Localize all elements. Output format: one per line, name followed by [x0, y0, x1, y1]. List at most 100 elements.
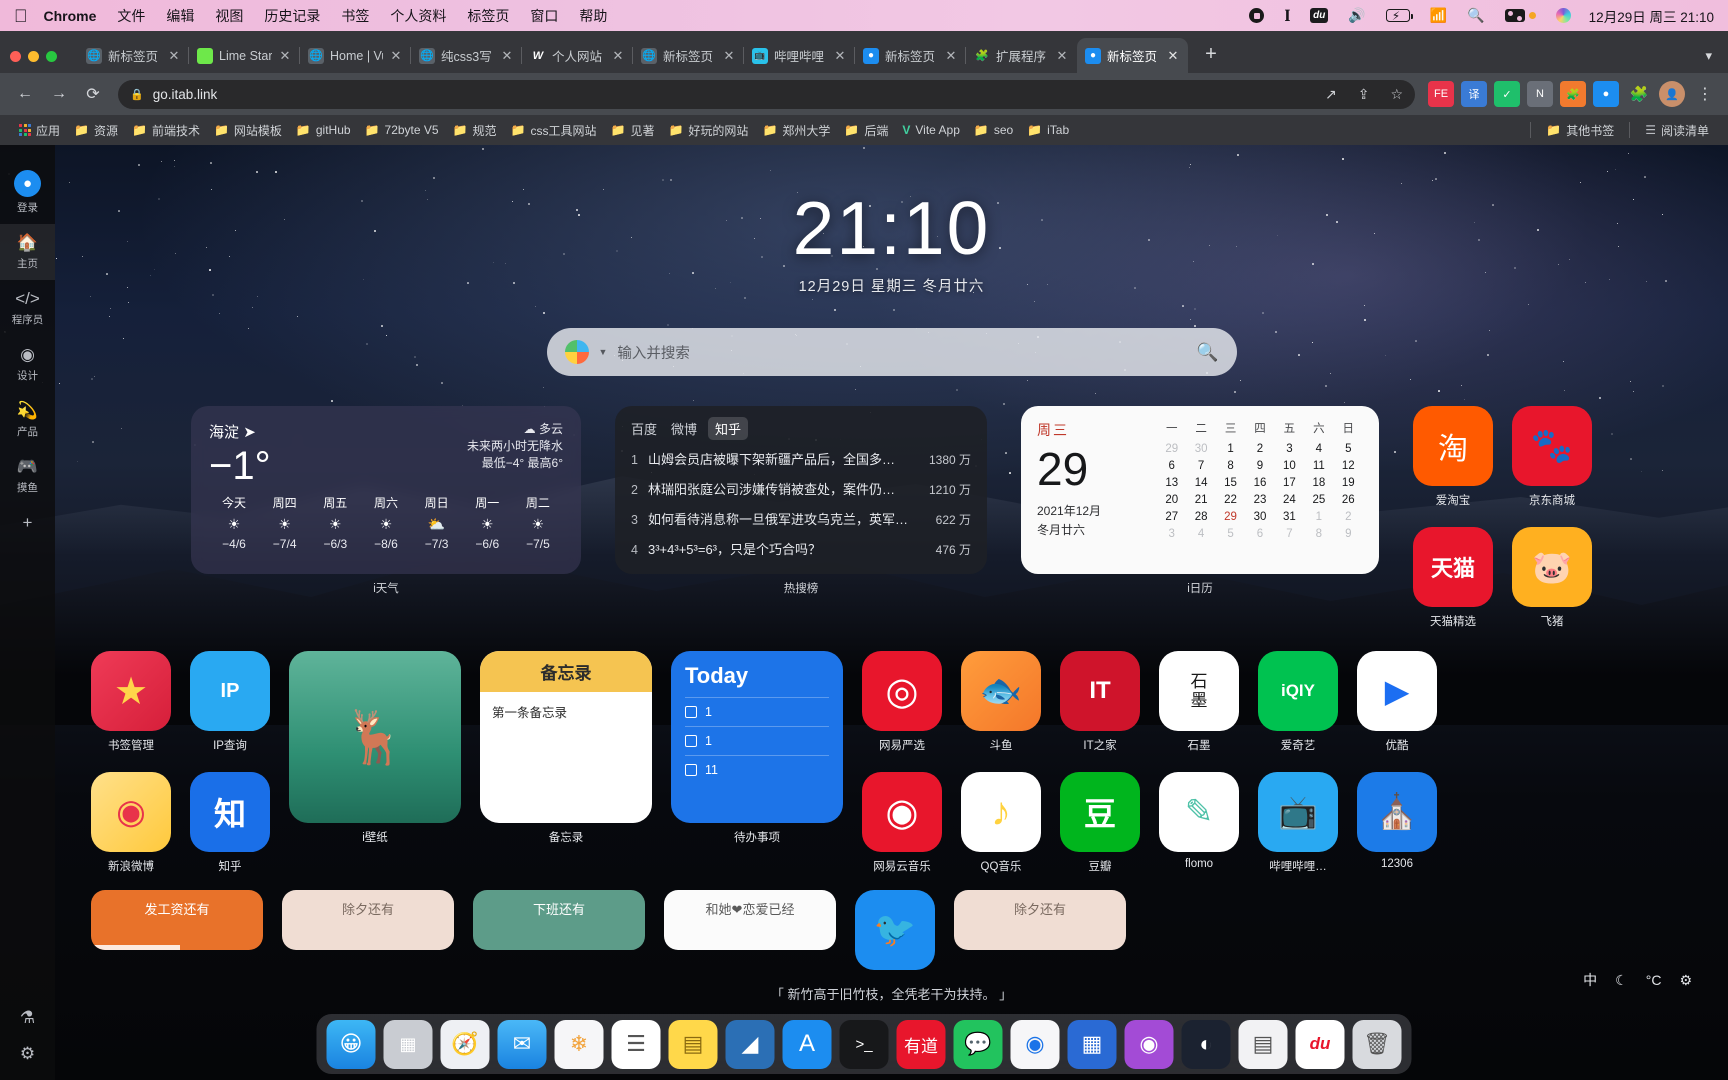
calendar-cell[interactable]: 12: [1334, 460, 1363, 472]
search-engine-icon[interactable]: [565, 340, 589, 364]
calendar-cell[interactable]: 9: [1334, 528, 1363, 540]
hotlist-widget[interactable]: 百度 微博 知乎 1 山姆会员店被曝下架新疆产品后，全国多… 1380 万 2: [615, 406, 987, 574]
calendar-cell[interactable]: 5: [1216, 528, 1245, 540]
menu-item-help[interactable]: 帮助: [579, 6, 607, 26]
bookmark-item[interactable]: 📁 gitHub: [289, 120, 358, 140]
bookmark-item[interactable]: V Vite App: [895, 120, 967, 140]
app-qq-blue[interactable]: 🐦: [855, 890, 935, 970]
calendar-widget[interactable]: 周三 29 2021年12月 冬月廿六 一 二 三 四 五 六 日 29 30 …: [1021, 406, 1379, 574]
back-button[interactable]: ←: [10, 79, 40, 109]
launchpad-icon[interactable]: ▦: [384, 1020, 433, 1069]
photos-icon[interactable]: ❄: [555, 1020, 604, 1069]
new-tab-button[interactable]: +: [1198, 43, 1224, 66]
vscode-icon[interactable]: ◢: [726, 1020, 775, 1069]
lab-icon[interactable]: ⚗: [20, 1008, 35, 1028]
calendar-cell[interactable]: 3: [1275, 443, 1304, 455]
close-tab-button[interactable]: ✕: [278, 48, 292, 64]
sidebar-item-product[interactable]: 💫 产品: [0, 392, 55, 448]
app-iqiyi[interactable]: iQIY 爱奇艺: [1258, 651, 1338, 753]
finder-icon[interactable]: 😀: [327, 1020, 376, 1069]
weather-widget[interactable]: 海淀 ➤ −1° ☁ 多云 未来两小时无降水 最低−4° 最高6° 今天 ☀ −…: [191, 406, 581, 574]
close-tab-button[interactable]: ✕: [944, 48, 958, 64]
calendar-cell[interactable]: 31: [1275, 511, 1304, 523]
siri-icon[interactable]: [1556, 8, 1571, 23]
menu-item-view[interactable]: 视图: [215, 6, 243, 26]
address-bar[interactable]: 🔒 go.itab.link ↗ ⇪ ☆: [118, 80, 1415, 109]
chevron-down-icon[interactable]: ▼: [599, 347, 608, 357]
translate-extension-icon[interactable]: 译: [1461, 81, 1487, 107]
gear-icon[interactable]: ⚙: [20, 1044, 35, 1064]
calendar-cell[interactable]: 6: [1245, 528, 1274, 540]
calendar-cell[interactable]: 1: [1304, 511, 1333, 523]
todo-item[interactable]: 1: [685, 726, 829, 755]
calendar-cell[interactable]: 25: [1304, 494, 1333, 506]
app-douyu[interactable]: 🐟 斗鱼: [961, 651, 1041, 753]
app-shimo[interactable]: 石墨 石墨: [1159, 651, 1239, 753]
calendar-cell[interactable]: 10: [1275, 460, 1304, 472]
calendar-cell[interactable]: 7: [1186, 460, 1215, 472]
hotlist-row[interactable]: 4 3³+4³+5³=6³，只是个巧合吗？ 476 万: [631, 539, 971, 558]
record-icon[interactable]: [1249, 8, 1264, 23]
app-netease-music[interactable]: ◉ 网易云音乐: [862, 772, 942, 874]
chrome-icon[interactable]: ◉: [1011, 1020, 1060, 1069]
profile-avatar-icon[interactable]: 👤: [1659, 81, 1685, 107]
calendar-cell[interactable]: 2: [1245, 443, 1274, 455]
widget-todo[interactable]: Today 1 1 11 待办事项: [671, 651, 843, 845]
browser-tab[interactable]: 🌐 Home | Vu ✕: [300, 38, 411, 73]
wechat-icon[interactable]: 💬: [954, 1020, 1003, 1069]
app-bookmarks[interactable]: ★ 书签管理: [91, 651, 171, 753]
calendar-cell[interactable]: 24: [1275, 494, 1304, 506]
trash-icon[interactable]: 🗑: [1353, 1020, 1402, 1069]
app-ip-lookup[interactable]: IP IP查询: [190, 651, 270, 753]
bookmark-other[interactable]: 📁 其他书签: [1539, 119, 1621, 142]
hotlist-row[interactable]: 3 如何看待消息称一旦俄军进攻乌克兰，英军… 622 万: [631, 509, 971, 528]
calendar-cell[interactable]: 19: [1334, 477, 1363, 489]
app-qq-music[interactable]: ♪ QQ音乐: [961, 772, 1041, 874]
hotlist-tab-zhihu[interactable]: 知乎: [708, 417, 748, 440]
app-yanxuan[interactable]: ◎ 网易严选: [862, 651, 942, 753]
calendar-cell[interactable]: 9: [1245, 460, 1274, 472]
todo-item[interactable]: 1: [685, 697, 829, 726]
sidebar-item-game[interactable]: 🎮 摸鱼: [0, 448, 55, 504]
bookmark-item[interactable]: 📁 前端技术: [125, 119, 207, 142]
todo-item[interactable]: 11: [685, 755, 829, 784]
search-icon[interactable]: 🔍: [1467, 7, 1484, 24]
checkmark-extension-icon[interactable]: ✓: [1494, 81, 1520, 107]
calendar-cell[interactable]: 2: [1334, 511, 1363, 523]
calendar-cell[interactable]: 30: [1245, 511, 1274, 523]
close-window-button[interactable]: [10, 51, 21, 62]
baidu-netdisk-icon[interactable]: du: [1296, 1020, 1345, 1069]
bookmark-item[interactable]: 📁 iTab: [1020, 120, 1076, 140]
calendar-cell[interactable]: 14: [1186, 477, 1215, 489]
reminders-icon[interactable]: ☰: [612, 1020, 661, 1069]
du-icon[interactable]: du: [1310, 8, 1328, 23]
bookmark-item[interactable]: 📁 好玩的网站: [661, 119, 755, 142]
calendar-cell[interactable]: 21: [1186, 494, 1215, 506]
app-youku[interactable]: ▶ 优酷: [1357, 651, 1437, 753]
wifi-icon[interactable]: 📶: [1430, 7, 1447, 24]
bookmark-apps[interactable]: 应用: [12, 119, 67, 142]
close-tab-button[interactable]: ✕: [1166, 48, 1180, 64]
browser-tab-active[interactable]: ● 新标签页 ✕: [1077, 38, 1188, 73]
bookmark-item[interactable]: 📁 规范: [446, 119, 504, 142]
browser-tab[interactable]: Lime Star ✕: [189, 38, 300, 73]
app-douban[interactable]: 豆 豆瓣: [1060, 772, 1140, 874]
calendar-cell[interactable]: 8: [1216, 460, 1245, 472]
mail-icon[interactable]: ✉: [498, 1020, 547, 1069]
reading-list-button[interactable]: ☰ 阅读清单: [1638, 119, 1716, 142]
forward-button[interactable]: →: [44, 79, 74, 109]
volume-icon[interactable]: 🔊: [1348, 7, 1365, 24]
app-fliggy[interactable]: 🐷 飞猪: [1512, 527, 1592, 629]
sidebar-add-button[interactable]: +: [0, 504, 55, 542]
calendar-cell[interactable]: 17: [1275, 477, 1304, 489]
browser-tab[interactable]: 🧩 扩展程序 ✕: [966, 38, 1077, 73]
close-tab-button[interactable]: ✕: [722, 48, 736, 64]
more-menu-icon[interactable]: ⋮: [1692, 81, 1718, 107]
terminal-icon[interactable]: >_: [840, 1020, 889, 1069]
n-extension-icon[interactable]: N: [1527, 81, 1553, 107]
language-icon[interactable]: 中: [1583, 970, 1597, 990]
temperature-icon[interactable]: °C: [1646, 972, 1662, 988]
calendar-cell[interactable]: 5: [1334, 443, 1363, 455]
reload-button[interactable]: ⟳: [78, 79, 108, 109]
moon-icon[interactable]: ☾: [1615, 972, 1628, 989]
